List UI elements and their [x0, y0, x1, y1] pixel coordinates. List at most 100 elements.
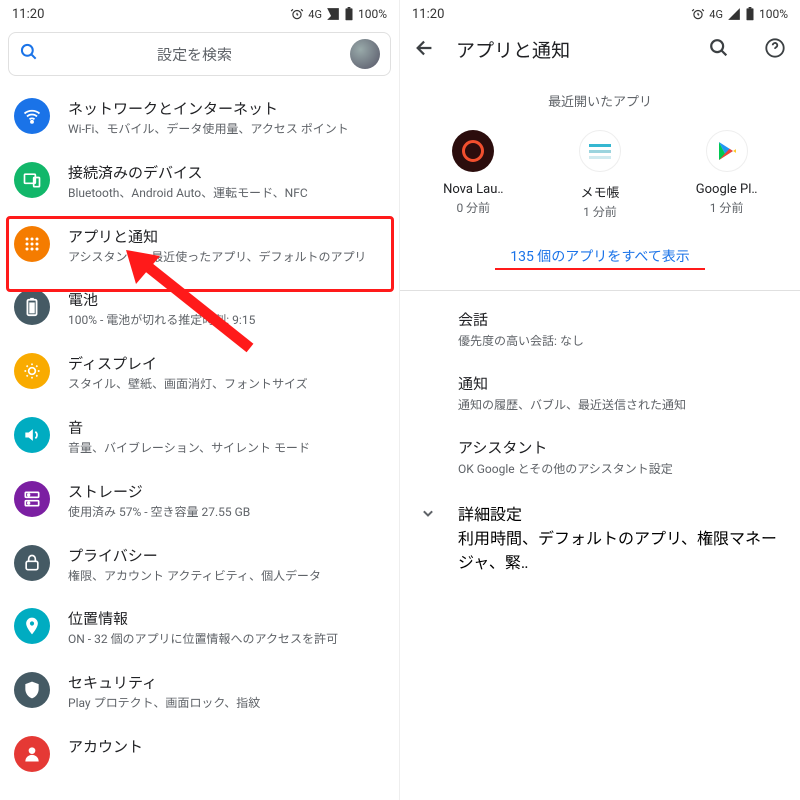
recent-apps-label: 最近開いたアプリ: [400, 91, 800, 110]
item-title: アプリと通知: [68, 226, 385, 247]
search-bar[interactable]: 設定を検索: [8, 32, 391, 76]
app-name: メモ帳: [580, 182, 619, 201]
sound-icon: [14, 417, 50, 453]
settings-item-devices[interactable]: 接続済みのデバイス Bluetooth、Android Auto、運転モード、NF…: [0, 150, 399, 214]
settings-item-sound[interactable]: 音音量、バイブレーション、サイレント モード: [0, 405, 399, 469]
recent-app[interactable]: Nova Lau‥ 0 分前: [418, 130, 528, 220]
battery-icon: [745, 7, 755, 21]
status-bar: 11:20 4G 100%: [0, 0, 399, 26]
item-title: ストレージ: [68, 481, 385, 502]
setting-row[interactable]: 会話優先度の高い会話: なし: [400, 297, 800, 361]
item-title: ディスプレイ: [68, 353, 385, 374]
app-name: Google Pl‥: [696, 182, 758, 197]
recent-app[interactable]: メモ帳 1 分前: [545, 130, 655, 220]
chevron-down-icon: [418, 501, 440, 527]
item-subtitle: スタイル、壁紙、画面消灯、フォントサイズ: [68, 376, 385, 393]
row-subtitle: 優先度の高い会話: なし: [458, 332, 782, 349]
settings-item-wifi[interactable]: ネットワークとインターネット Wi-Fi、モバイル、データ使用量、アクセス ポイン…: [0, 86, 399, 150]
devices-icon: [14, 162, 50, 198]
item-subtitle: ON - 32 個のアプリに位置情報へのアクセスを許可: [68, 631, 385, 648]
settings-screen: 11:20 4G 100% 設定を検索 ネットワークとインターネット Wi-Fi、…: [0, 0, 400, 800]
wifi-icon: [14, 98, 50, 134]
settings-list: ネットワークとインターネット Wi-Fi、モバイル、データ使用量、アクセス ポイン…: [0, 86, 399, 784]
display-icon: [14, 353, 50, 389]
status-right: 4G 100%: [290, 7, 387, 21]
show-all-link[interactable]: 135 個のアプリをすべて表示: [510, 246, 690, 266]
item-subtitle: Wi-Fi、モバイル、データ使用量、アクセス ポイント: [68, 121, 385, 138]
setting-row[interactable]: 通知通知の履歴、バブル、最近送信された通知: [400, 361, 800, 425]
signal-icon: [326, 7, 340, 21]
row-title: 会話: [458, 309, 782, 330]
account-icon: [14, 736, 50, 772]
settings-item-privacy[interactable]: プライバシー権限、アカウント アクティビティ、個人データ: [0, 533, 399, 597]
item-title: ネットワークとインターネット: [68, 98, 385, 119]
settings-item-apps[interactable]: アプリと通知アシスタント、最近使ったアプリ、デフォルトのアプリ: [0, 214, 399, 278]
status-right: 4G 100%: [691, 7, 788, 21]
item-subtitle: Play プロテクト、画面ロック、指紋: [68, 695, 385, 712]
back-button[interactable]: [414, 37, 436, 63]
item-title: セキュリティ: [68, 672, 385, 693]
row-subtitle: 通知の履歴、バブル、最近送信された通知: [458, 396, 782, 413]
item-subtitle: 音量、バイブレーション、サイレント モード: [68, 440, 385, 457]
app-time: 1 分前: [710, 199, 744, 216]
search-placeholder: 設定を検索: [49, 44, 340, 65]
apps-notifications-screen: 11:20 4G 100% アプリと通知 最近開いたアプリ Nova Lau‥ 0…: [400, 0, 800, 800]
status-bar: 11:20 4G 100%: [400, 0, 800, 26]
alarm-icon: [691, 7, 705, 21]
storage-icon: [14, 481, 50, 517]
settings-item-account[interactable]: アカウント: [0, 724, 399, 784]
signal-icon: [727, 7, 741, 21]
network-label: 4G: [709, 8, 723, 21]
settings-item-security[interactable]: セキュリティ Play プロテクト、画面ロック、指紋: [0, 660, 399, 724]
settings-item-display[interactable]: ディスプレイスタイル、壁紙、画面消灯、フォントサイズ: [0, 341, 399, 405]
row-title: アシスタント: [458, 437, 782, 458]
location-icon: [14, 608, 50, 644]
privacy-icon: [14, 545, 50, 581]
apps-icon: [14, 226, 50, 262]
item-title: 接続済みのデバイス: [68, 162, 385, 183]
security-icon: [14, 672, 50, 708]
battery-icon: [14, 289, 50, 325]
setting-row[interactable]: アシスタント OK Google とその他のアシスタント設定: [400, 425, 800, 489]
battery-label: 100%: [358, 7, 387, 21]
advanced-title: 詳細設定: [458, 501, 782, 525]
app-name: Nova Lau‥: [443, 182, 503, 197]
settings-item-battery[interactable]: 電池100% - 電池が切れる推定時刻: 9:15: [0, 277, 399, 341]
settings-item-storage[interactable]: ストレージ使用済み 57% - 空き容量 27.55 GB: [0, 469, 399, 533]
advanced-settings[interactable]: 詳細設定 利用時間、デフォルトのアプリ、権限マネージャ、緊‥: [400, 489, 800, 585]
show-all-apps[interactable]: 135 個のアプリをすべて表示: [400, 246, 800, 270]
divider: [400, 290, 800, 291]
item-title: 音: [68, 417, 385, 438]
app-icon: [579, 130, 621, 172]
clock: 11:20: [12, 7, 44, 22]
search-icon: [19, 42, 39, 66]
battery-icon: [344, 7, 354, 21]
network-label: 4G: [308, 8, 322, 21]
item-subtitle: 権限、アカウント アクティビティ、個人データ: [68, 568, 385, 585]
settings-item-location[interactable]: 位置情報 ON - 32 個のアプリに位置情報へのアクセスを許可: [0, 596, 399, 660]
item-title: 電池: [68, 289, 385, 310]
screen-title: アプリと通知: [456, 36, 688, 63]
recent-app[interactable]: Google Pl‥ 1 分前: [672, 130, 782, 220]
search-button[interactable]: [708, 37, 730, 63]
clock: 11:20: [412, 7, 444, 22]
item-title: アカウント: [68, 736, 385, 757]
row-title: 通知: [458, 373, 782, 394]
app-icon: [706, 130, 748, 172]
item-title: 位置情報: [68, 608, 385, 629]
item-subtitle: 使用済み 57% - 空き容量 27.55 GB: [68, 504, 385, 521]
app-time: 1 分前: [583, 203, 617, 220]
advanced-subtitle: 利用時間、デフォルトのアプリ、権限マネージャ、緊‥: [458, 525, 782, 573]
item-subtitle: アシスタント、最近使ったアプリ、デフォルトのアプリ: [68, 249, 385, 266]
item-title: プライバシー: [68, 545, 385, 566]
recent-apps-row: Nova Lau‥ 0 分前 メモ帳 1 分前 Google Pl‥ 1 分前: [400, 130, 800, 220]
app-time: 0 分前: [456, 199, 490, 216]
help-button[interactable]: [764, 37, 786, 63]
row-subtitle: OK Google とその他のアシスタント設定: [458, 460, 782, 477]
alarm-icon: [290, 7, 304, 21]
settings-section: 会話優先度の高い会話: なし通知通知の履歴、バブル、最近送信された通知アシスタン…: [400, 297, 800, 489]
screen-header: アプリと通知: [400, 26, 800, 73]
app-icon: [452, 130, 494, 172]
item-subtitle: Bluetooth、Android Auto、運転モード、NFC: [68, 185, 385, 202]
profile-avatar[interactable]: [350, 39, 380, 69]
